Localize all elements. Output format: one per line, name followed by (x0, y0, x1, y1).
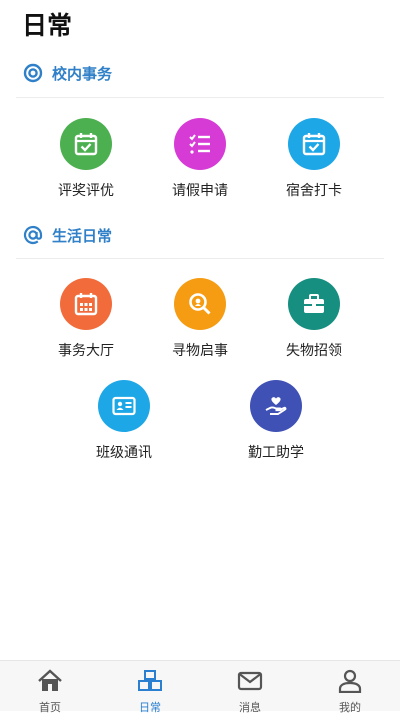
section-header-daily-life: 生活日常 (22, 224, 112, 246)
tile-label: 失物招领 (286, 343, 342, 359)
hand-heart-icon (250, 380, 302, 432)
home-icon (37, 669, 63, 697)
tab-profile[interactable]: 我的 (300, 661, 400, 714)
tile-label: 寻物启事 (172, 343, 228, 359)
tab-label: 我的 (339, 701, 361, 714)
checklist-icon (174, 118, 226, 170)
tile-label: 宿舍打卡 (286, 183, 342, 199)
search-location-icon (174, 278, 226, 330)
tab-daily[interactable]: 日常 (100, 661, 200, 714)
tab-home[interactable]: 首页 (0, 661, 100, 714)
tile-label: 事务大厅 (58, 343, 114, 359)
tile-label: 请假申请 (172, 183, 228, 199)
calendar-grid-icon (60, 278, 112, 330)
target-icon (22, 62, 44, 84)
page-title: 日常 (22, 11, 73, 40)
user-icon (337, 669, 363, 697)
tile-label: 勤工助学 (248, 445, 304, 461)
tile-label: 评奖评优 (58, 183, 114, 199)
tile-awards[interactable]: 评奖评优 (31, 118, 141, 200)
at-icon (22, 224, 44, 246)
tab-messages[interactable]: 消息 (200, 661, 300, 714)
tile-dorm-checkin[interactable]: 宿舍打卡 (259, 118, 369, 200)
divider (16, 258, 384, 259)
divider (16, 97, 384, 98)
tab-label: 消息 (239, 701, 261, 714)
tile-label: 班级通讯 (96, 445, 152, 461)
section-header-campus-affairs: 校内事务 (22, 62, 112, 84)
calendar-check-icon (288, 118, 340, 170)
mail-icon (237, 669, 263, 697)
tile-work-study[interactable]: 勤工助学 (221, 380, 331, 462)
id-card-icon (98, 380, 150, 432)
tile-leave-request[interactable]: 请假申请 (145, 118, 255, 200)
tab-label: 首页 (39, 701, 61, 714)
tab-label: 日常 (139, 701, 161, 714)
tile-lost-notice[interactable]: 寻物启事 (145, 278, 255, 360)
tile-lost-and-found[interactable]: 失物招领 (259, 278, 369, 360)
boxes-icon (137, 669, 163, 697)
section-title: 校内事务 (52, 64, 113, 83)
tile-class-contacts[interactable]: 班级通讯 (69, 380, 179, 462)
briefcase-icon (288, 278, 340, 330)
tile-affairs-hall[interactable]: 事务大厅 (31, 278, 141, 360)
bottom-tab-bar: 首页 日常 消息 我的 (0, 660, 400, 714)
section-title: 生活日常 (52, 226, 113, 245)
calendar-check-icon (60, 118, 112, 170)
